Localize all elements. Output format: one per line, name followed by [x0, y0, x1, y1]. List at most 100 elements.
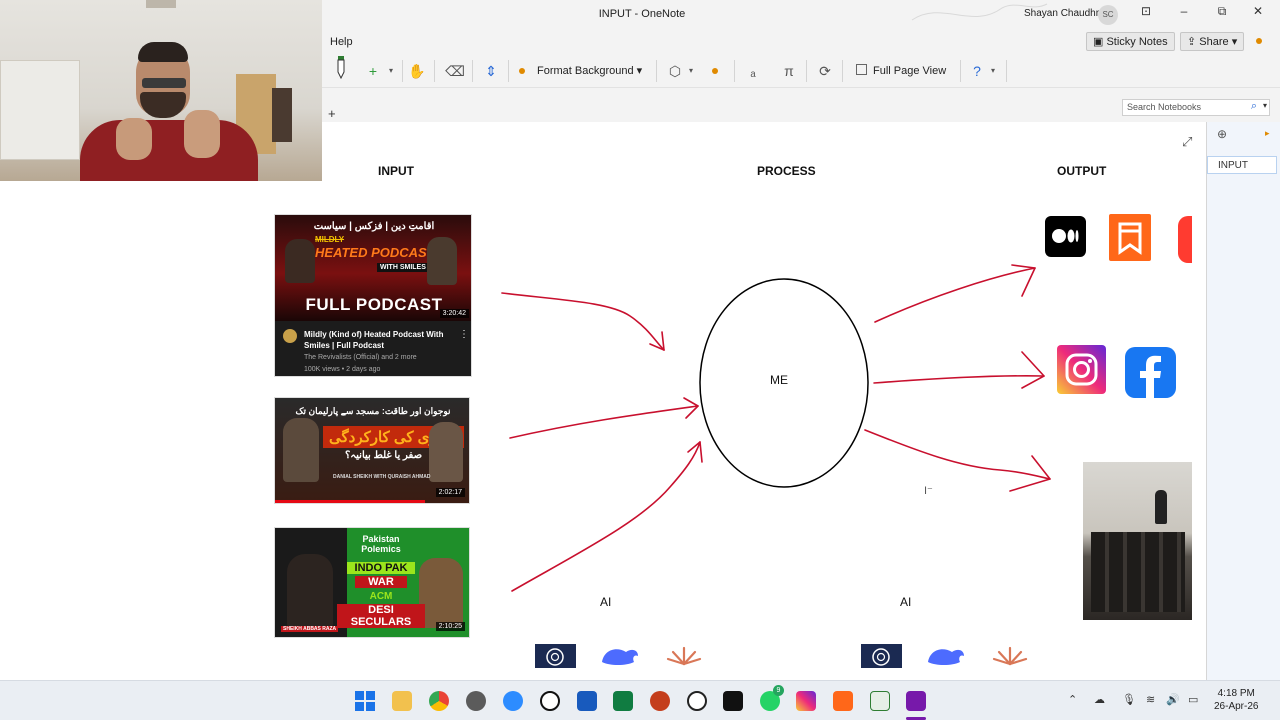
chatgpt-desktop-icon[interactable] — [687, 691, 707, 711]
add-page-icon[interactable]: ⊕ — [1217, 127, 1227, 141]
text-cursor-icon: I⁻ — [924, 485, 933, 497]
clock-date: 26-Apr-26 — [1214, 701, 1259, 712]
input-arrow-1 — [501, 292, 665, 351]
user-name[interactable]: Shayan Chaudhry — [1024, 8, 1104, 19]
chevron-down-icon[interactable]: ▾ — [1263, 101, 1267, 110]
clock-app-icon[interactable] — [466, 691, 486, 711]
capcut-icon[interactable] — [723, 691, 743, 711]
substack-icon[interactable] — [833, 691, 853, 711]
deepseek-icon — [928, 649, 964, 665]
claude-icon — [992, 646, 1028, 666]
sticky-notes-button[interactable]: ▣ Sticky Notes — [1086, 32, 1175, 51]
partial-app-icon — [1178, 216, 1192, 263]
substack-icon — [1109, 214, 1151, 261]
page-item-label: INPUT — [1218, 160, 1248, 171]
output-arrow-1 — [874, 267, 1036, 323]
battery-icon[interactable]: ▭ — [1188, 693, 1198, 706]
chatgpt-icon — [861, 644, 902, 668]
whatsapp-badge: 9 — [773, 685, 784, 696]
claude-icon — [666, 646, 702, 666]
color-dot — [712, 68, 718, 74]
system-clock[interactable]: 4:18 PM 26-Apr-26 — [1214, 687, 1258, 713]
ceiling-fan-icon — [146, 0, 176, 8]
windows-taskbar: 9 ⌃ ☁ 🎙 ≋ 🔊 ▭ 4:18 PM 26-Apr-26 — [0, 680, 1280, 720]
search-notebooks-input[interactable]: Search Notebooks ⌕ ▾ — [1122, 99, 1270, 116]
windows-start-icon[interactable] — [355, 691, 375, 711]
ink-to-text-icon[interactable]: ₐ — [742, 60, 764, 82]
replay-icon[interactable]: ⟳ — [814, 60, 836, 82]
page-list-pane: ⊕ ▸ INPUT — [1206, 122, 1280, 680]
eraser-icon[interactable]: ⌫ — [444, 60, 466, 82]
pane-arrow-icon[interactable]: ▸ — [1265, 128, 1270, 139]
ribbon-toolbar: + ▾ ✋ ⌫ ⇕ Format Background ▾ ⬡ ▾ ₐ π ⟳ … — [322, 54, 1280, 88]
page-item-input[interactable]: INPUT — [1207, 156, 1277, 174]
cloud-icon[interactable]: ☁ — [1094, 693, 1105, 706]
section-tab-row: + Search Notebooks ⌕ ▾ — [322, 88, 1280, 122]
format-background-button[interactable]: Format Background ▾ — [537, 60, 642, 82]
show-hidden-icons-icon[interactable]: ⌃ — [1068, 693, 1077, 706]
chatgpt-icon[interactable] — [540, 691, 560, 711]
math-icon[interactable]: π — [778, 60, 800, 82]
maximize-icon[interactable]: ⧉ — [1211, 4, 1233, 19]
pen-icon[interactable] — [336, 56, 346, 80]
excel-icon[interactable] — [613, 691, 633, 711]
search-icon[interactable]: ⌕ — [1251, 100, 1257, 113]
menu-help[interactable]: Help — [330, 36, 353, 48]
notification-dot — [1256, 38, 1262, 44]
chrome-icon[interactable] — [429, 691, 449, 711]
input-arrow-2 — [509, 405, 699, 439]
full-page-view-button[interactable]: Full Page View — [856, 60, 946, 82]
zoom-icon[interactable] — [503, 691, 523, 711]
share-label: Share — [1199, 36, 1229, 48]
chevron-down-icon[interactable]: ▾ — [380, 60, 402, 82]
chevron-down-icon: ▾ — [1228, 36, 1238, 48]
glasses — [142, 78, 186, 88]
note-canvas[interactable]: ⤢ INPUT PROCESS OUTPUT اقامتِ دین | فزکس… — [0, 122, 1206, 680]
onenote-icon[interactable] — [906, 691, 926, 711]
hand-left — [116, 118, 152, 160]
wifi-icon[interactable]: ≋ — [1146, 693, 1155, 706]
minimize-icon[interactable]: – — [1173, 4, 1195, 18]
chatgpt-icon — [535, 644, 576, 668]
file-explorer-icon[interactable] — [392, 691, 412, 711]
chevron-down-icon[interactable]: ▾ — [982, 60, 1004, 82]
instagram-icon — [1057, 345, 1106, 394]
app-icon[interactable] — [870, 691, 890, 711]
medium-icon — [1045, 216, 1086, 257]
ai-label-left: AI — [600, 595, 612, 609]
user-avatar[interactable]: SC — [1098, 5, 1118, 25]
word-icon[interactable] — [577, 691, 597, 711]
hand-pan-icon[interactable]: ✋ — [406, 60, 428, 82]
facebook-icon — [1125, 347, 1176, 398]
add-section-icon[interactable]: + — [328, 106, 336, 121]
insert-space-icon[interactable]: ⇕ — [480, 60, 502, 82]
output-arrow-2 — [873, 375, 1045, 384]
screen: ⤢ INPUT PROCESS OUTPUT اقامتِ دین | فزکس… — [0, 0, 1280, 720]
powerpoint-icon[interactable] — [650, 691, 670, 711]
input-arrow-3 — [511, 441, 701, 592]
full-page-view-label: Full Page View — [873, 65, 947, 77]
deepseek-icon — [602, 649, 638, 665]
webcam-overlay — [0, 0, 322, 181]
volume-icon[interactable]: 🔊 — [1166, 693, 1180, 706]
chevron-down-icon: ▾ — [633, 65, 643, 77]
full-screen-icon[interactable]: ⊡ — [1135, 4, 1157, 18]
chevron-down-icon[interactable]: ▾ — [680, 60, 702, 82]
output-arrow-3 — [864, 429, 1051, 480]
sticky-notes-icon: ▣ — [1093, 36, 1107, 48]
whiteboard — [0, 60, 80, 160]
hand-right — [184, 110, 220, 158]
color-dot — [519, 68, 525, 74]
microphone-icon[interactable]: 🎙 — [1122, 693, 1136, 706]
wall-hanging — [272, 88, 292, 142]
close-icon[interactable]: ✕ — [1247, 4, 1269, 18]
instagram-icon[interactable] — [796, 691, 816, 711]
checkbox-icon — [856, 64, 867, 75]
clock-time: 4:18 PM — [1217, 688, 1255, 699]
output-arrowhead-3 — [1009, 455, 1051, 492]
share-button[interactable]: ⇪ Share ▾ — [1180, 32, 1245, 51]
lecture-photo — [1083, 462, 1192, 620]
window-title: INPUT - OneNote — [598, 8, 686, 20]
menu-bar: Help ▣ Sticky Notes ⇪ Share ▾ — [322, 30, 1280, 54]
beard — [140, 92, 186, 118]
